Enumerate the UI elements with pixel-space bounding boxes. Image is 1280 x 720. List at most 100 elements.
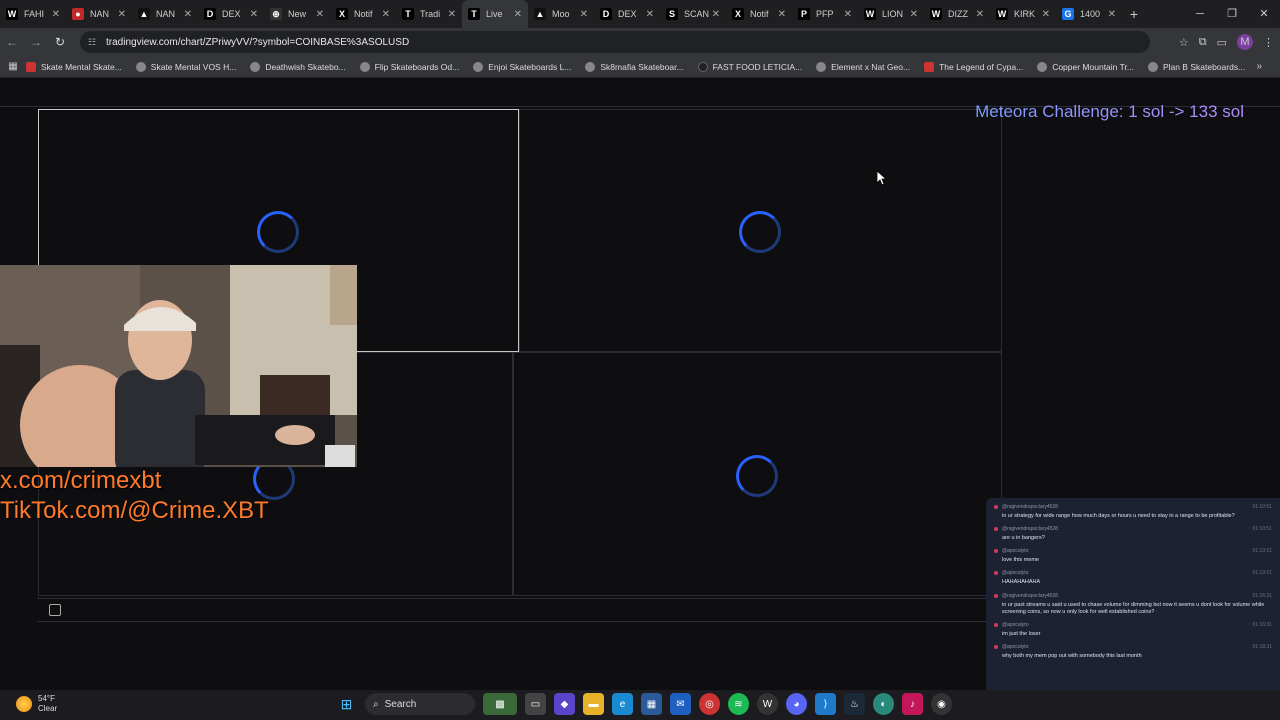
back-icon[interactable]: ← bbox=[0, 35, 24, 49]
bookmarks-overflow-icon[interactable]: » bbox=[1256, 61, 1262, 72]
sidepanel-icon[interactable]: ▭ bbox=[1217, 36, 1227, 49]
file-explorer-icon[interactable]: ▬ bbox=[583, 693, 604, 715]
tab-close-icon[interactable]: ✕ bbox=[448, 9, 456, 20]
tiktok-icon[interactable]: ♪ bbox=[902, 693, 923, 715]
tab-close-icon[interactable]: ✕ bbox=[184, 9, 192, 20]
browser-tab[interactable]: ▲ Moo ✕ bbox=[528, 0, 594, 28]
browser-tab[interactable]: ● NAN ✕ bbox=[66, 0, 132, 28]
copilot-icon[interactable]: ◆ bbox=[554, 693, 575, 715]
obs-icon[interactable]: ◉ bbox=[931, 693, 952, 715]
spotify-icon[interactable]: ≋ bbox=[728, 693, 749, 715]
forward-icon[interactable]: → bbox=[24, 35, 48, 49]
browser-tab[interactable]: P PFP ✕ bbox=[792, 0, 858, 28]
weather-temp: 54°F bbox=[38, 694, 55, 703]
bookmark-label: FAST FOOD LETICIA... bbox=[712, 61, 803, 72]
bookmark-item[interactable]: Plan B Skateboards... bbox=[1147, 61, 1246, 72]
tab-close-icon[interactable]: ✕ bbox=[580, 9, 588, 20]
extensions-icon[interactable]: ⧉ bbox=[1199, 36, 1207, 49]
tab-close-icon[interactable]: ✕ bbox=[316, 9, 324, 20]
bookmark-favicon-icon bbox=[473, 61, 484, 72]
bookmark-item[interactable]: Skate Mental VOS H... bbox=[135, 61, 236, 72]
profile-avatar[interactable]: M bbox=[1237, 34, 1253, 50]
site-info-icon[interactable]: ☷ bbox=[88, 37, 100, 48]
browser-tab[interactable]: W KIRK ✕ bbox=[990, 0, 1056, 28]
browser-tab-bar: W FAHI ✕ ● NAN ✕ ▲ NAN ✕ D DEX ✕ ⊕ New ✕ X Notif ✕ T Tradi ✕… bbox=[0, 0, 1280, 28]
bookmark-label: Plan B Skateboards... bbox=[1162, 61, 1246, 72]
bookmark-item[interactable]: Deathwish Skatebo... bbox=[250, 61, 346, 72]
tab-close-icon[interactable]: ✕ bbox=[976, 9, 984, 20]
tab-close-icon[interactable]: ✕ bbox=[910, 9, 918, 20]
tab-favicon-icon: D bbox=[204, 8, 216, 20]
bookmark-item[interactable]: Skate Mental Skate... bbox=[26, 61, 122, 72]
chrome-icon[interactable]: ◎ bbox=[699, 693, 720, 715]
vscode-icon[interactable]: ⟩ bbox=[815, 693, 836, 715]
discord-icon[interactable]: ◕ bbox=[786, 693, 807, 715]
browser-tab[interactable]: W DIZZ ✕ bbox=[924, 0, 990, 28]
minimize-icon[interactable]: ─ bbox=[1184, 0, 1216, 28]
calendar-icon[interactable] bbox=[49, 604, 61, 616]
browser-tab[interactable]: T Tradi ✕ bbox=[396, 0, 462, 28]
meteora-challenge-banner: Meteora Challenge: 1 sol -> 133 sol bbox=[975, 102, 1244, 121]
tab-close-icon[interactable]: ✕ bbox=[1108, 9, 1116, 20]
tab-close-icon[interactable]: ✕ bbox=[250, 9, 258, 20]
bookmark-item[interactable]: Element x Nat Geo... bbox=[816, 61, 910, 72]
tab-title: KIRK bbox=[1014, 9, 1036, 19]
browser-tab[interactable]: T Live ✕ bbox=[462, 0, 528, 28]
browser-tab[interactable]: W LION ✕ bbox=[858, 0, 924, 28]
chat-text: why both my mem pop out with somebody th… bbox=[1002, 652, 1142, 659]
tab-close-icon[interactable]: ✕ bbox=[712, 9, 720, 20]
bookmark-item[interactable]: Flip Skateboards Od... bbox=[359, 61, 459, 72]
tab-close-icon[interactable]: ✕ bbox=[646, 9, 654, 20]
store-icon[interactable]: ▦ bbox=[641, 693, 662, 715]
browser-tab[interactable]: W FAHI ✕ bbox=[0, 0, 66, 28]
browser-tab[interactable]: G 1400 ✕ bbox=[1056, 0, 1122, 28]
tab-close-icon[interactable]: ✕ bbox=[514, 9, 522, 20]
restore-icon[interactable]: ❐ bbox=[1216, 0, 1248, 28]
browser-tab[interactable]: X Notif ✕ bbox=[330, 0, 396, 28]
browser-tab[interactable]: S SCAN ✕ bbox=[660, 0, 726, 28]
close-window-icon[interactable]: ✕ bbox=[1248, 0, 1280, 28]
bookmark-item[interactable]: FAST FOOD LETICIA... bbox=[697, 61, 803, 72]
browser-tab[interactable]: ⊕ New ✕ bbox=[264, 0, 330, 28]
taskbar-search[interactable]: ⌕ Search bbox=[365, 693, 475, 715]
live-chat-overlay: @ragivendrapoclary4528 01:10:51 in ur stra… bbox=[986, 498, 1280, 690]
bookmark-star-icon[interactable]: ☆ bbox=[1179, 36, 1189, 49]
wallet-icon[interactable]: W bbox=[757, 693, 778, 715]
bookmark-item[interactable]: Enjoi Skateboards L... bbox=[473, 61, 571, 72]
url-bar[interactable]: ☷ tradingview.com/chart/ZPriwyVV/?symbol… bbox=[80, 31, 1150, 53]
chat-message: @apocalyto 01:16:31 im just the loser bbox=[986, 620, 1280, 642]
user-badge-icon bbox=[994, 549, 998, 554]
toolbar-right: ☆ ⧉ ▭ M ⋮ bbox=[1179, 28, 1274, 56]
bookmark-label: Skate Mental Skate... bbox=[41, 61, 122, 72]
steam-icon[interactable]: ♨ bbox=[844, 693, 865, 715]
bookmark-favicon-icon bbox=[1147, 61, 1158, 72]
app-icon[interactable]: ◐ bbox=[873, 693, 894, 715]
edge-icon[interactable]: e bbox=[612, 693, 633, 715]
tab-favicon-icon: W bbox=[864, 8, 876, 20]
menu-icon[interactable]: ⋮ bbox=[1263, 36, 1274, 49]
browser-tab[interactable]: D DEX ✕ bbox=[594, 0, 660, 28]
bookmark-item[interactable]: Sk8mafia Skateboar... bbox=[585, 61, 684, 72]
tab-title: FAHI bbox=[24, 9, 45, 19]
chat-username-text: @ragivendrapoclary4528 bbox=[1002, 592, 1058, 599]
tab-close-icon[interactable]: ✕ bbox=[1042, 9, 1050, 20]
new-tab-button[interactable]: + bbox=[1122, 6, 1146, 22]
tab-close-icon[interactable]: ✕ bbox=[844, 9, 852, 20]
browser-tab[interactable]: X Notif ✕ bbox=[726, 0, 792, 28]
reload-icon[interactable]: ↻ bbox=[48, 35, 72, 49]
tab-close-icon[interactable]: ✕ bbox=[52, 9, 60, 20]
tab-close-icon[interactable]: ✕ bbox=[382, 9, 390, 20]
bookmark-item[interactable]: The Legend of Cypa... bbox=[924, 61, 1023, 72]
browser-tab[interactable]: ▲ NAN ✕ bbox=[132, 0, 198, 28]
tab-close-icon[interactable]: ✕ bbox=[118, 9, 126, 20]
user-badge-icon bbox=[994, 571, 998, 576]
tab-close-icon[interactable]: ✕ bbox=[778, 9, 786, 20]
weather-widget[interactable]: 54°F Clear bbox=[16, 694, 57, 714]
terminal-icon[interactable]: ▭ bbox=[525, 693, 546, 715]
apps-grid-icon[interactable]: ▦ bbox=[0, 61, 26, 72]
browser-tab[interactable]: D DEX ✕ bbox=[198, 0, 264, 28]
mail-icon[interactable]: ✉ bbox=[670, 693, 691, 715]
task-view-icon[interactable]: ▩ bbox=[483, 693, 517, 715]
windows-start-icon[interactable]: ⊞ bbox=[336, 693, 357, 715]
bookmark-item[interactable]: Copper Mountain Tr... bbox=[1037, 61, 1134, 72]
